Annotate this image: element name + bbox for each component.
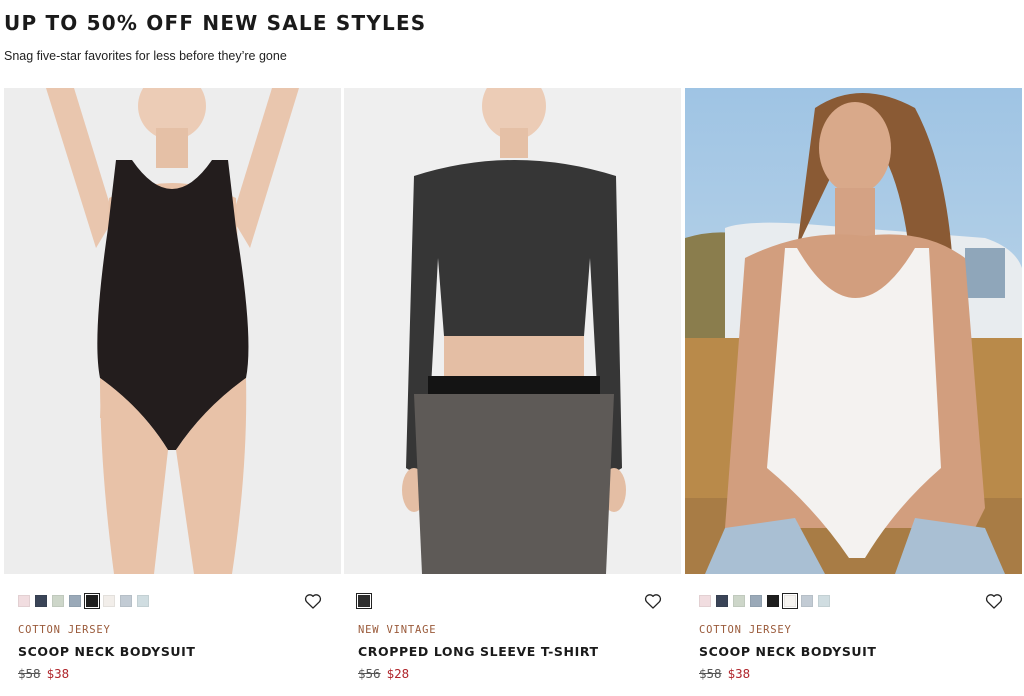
color-swatch[interactable]	[750, 595, 762, 607]
product-collection: COTTON JERSEY	[699, 624, 792, 636]
color-swatch[interactable]	[716, 595, 728, 607]
color-swatch[interactable]	[35, 595, 47, 607]
color-swatch[interactable]	[767, 595, 779, 607]
original-price: $58	[699, 666, 722, 681]
heart-outline-icon[interactable]	[643, 591, 663, 611]
sale-price: $38	[46, 666, 70, 681]
color-swatches	[699, 593, 830, 609]
product-image[interactable]	[4, 88, 341, 574]
product-card[interactable]: COTTON JERSEY SCOOP NECK BODYSUIT $58 $38	[685, 88, 1022, 696]
color-swatch[interactable]	[733, 595, 745, 607]
product-price: $56 $28	[358, 666, 409, 681]
color-swatches	[356, 593, 372, 609]
sale-price: $28	[386, 666, 410, 681]
color-swatch[interactable]	[699, 595, 711, 607]
product-price: $58 $38	[18, 666, 69, 681]
product-name[interactable]: CROPPED LONG SLEEVE T-SHIRT	[358, 644, 599, 659]
section-header: UP TO 50% OFF NEW SALE STYLES Snag five-…	[4, 10, 426, 63]
product-image[interactable]	[685, 88, 1022, 574]
product-grid: COTTON JERSEY SCOOP NECK BODYSUIT $58 $38	[4, 88, 1022, 696]
color-swatch[interactable]	[18, 595, 30, 607]
color-swatch[interactable]	[103, 595, 115, 607]
original-price: $56	[358, 666, 381, 681]
sale-price: $38	[727, 666, 751, 681]
product-card[interactable]: COTTON JERSEY SCOOP NECK BODYSUIT $58 $38	[4, 88, 341, 696]
product-price: $58 $38	[699, 666, 750, 681]
product-image[interactable]	[344, 88, 681, 574]
product-card[interactable]: NEW VINTAGE CROPPED LONG SLEEVE T-SHIRT …	[344, 88, 681, 696]
color-swatches	[18, 593, 149, 609]
color-swatch[interactable]	[69, 595, 81, 607]
color-swatch[interactable]	[137, 595, 149, 607]
color-swatch[interactable]	[818, 595, 830, 607]
heart-outline-icon[interactable]	[984, 591, 1004, 611]
color-swatch[interactable]	[782, 593, 798, 609]
product-name[interactable]: SCOOP NECK BODYSUIT	[699, 644, 877, 659]
color-swatch[interactable]	[356, 593, 372, 609]
product-name[interactable]: SCOOP NECK BODYSUIT	[18, 644, 196, 659]
color-swatch[interactable]	[84, 593, 100, 609]
color-swatch[interactable]	[120, 595, 132, 607]
product-collection: COTTON JERSEY	[18, 624, 111, 636]
heart-outline-icon[interactable]	[303, 591, 323, 611]
page-title: UP TO 50% OFF NEW SALE STYLES	[4, 11, 427, 35]
color-swatch[interactable]	[801, 595, 813, 607]
page-subtitle: Snag five-star favorites for less before…	[4, 49, 287, 63]
color-swatch[interactable]	[52, 595, 64, 607]
product-collection: NEW VINTAGE	[358, 624, 437, 636]
original-price: $58	[18, 666, 41, 681]
